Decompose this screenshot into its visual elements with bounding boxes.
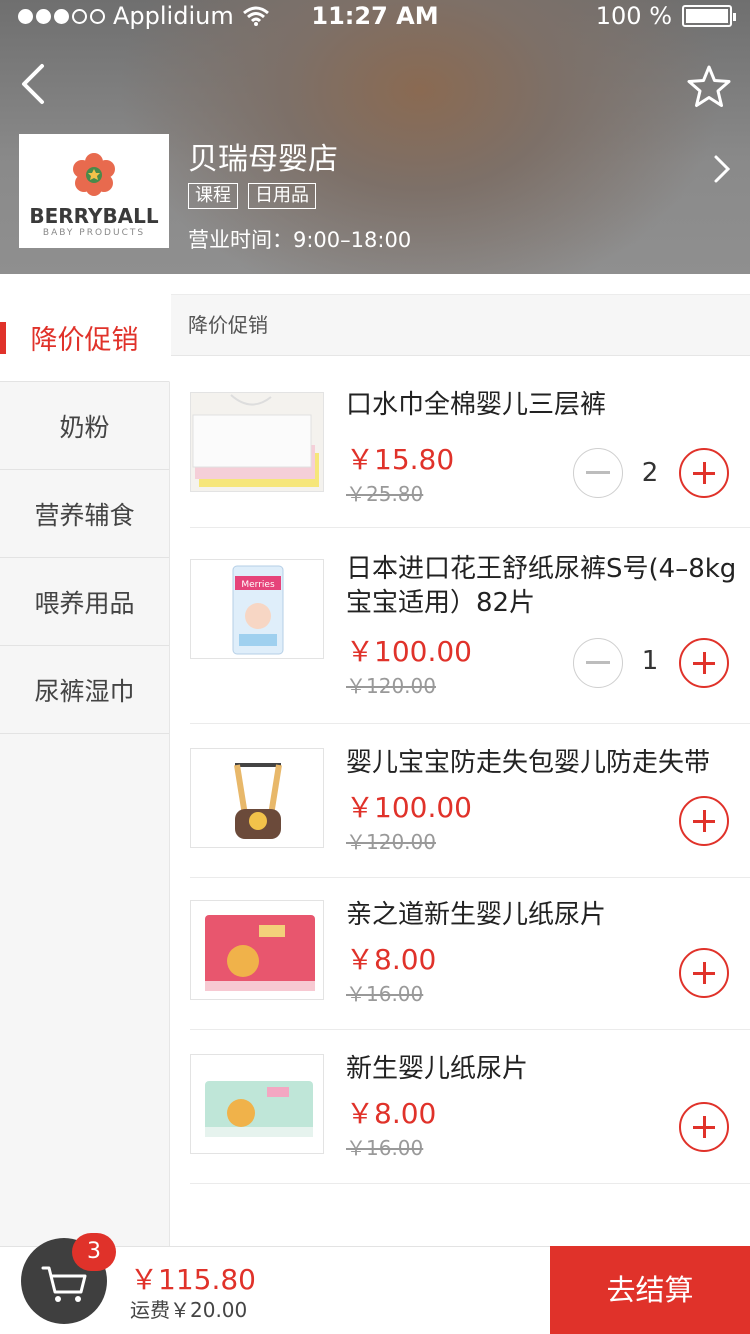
product-image[interactable] (190, 900, 324, 1000)
product-original-price: ￥16.00 (346, 1136, 424, 1160)
store-logo: BERRYBALL BABY PRODUCTS (19, 134, 169, 248)
battery-icon (682, 5, 736, 27)
battery-label: 100 % (595, 2, 672, 30)
section-title: 降价促销 (171, 294, 750, 356)
product-image[interactable] (190, 392, 324, 492)
plus-button[interactable] (679, 448, 729, 498)
category-sidebar: 降价促销 奶粉 营养辅食 喂养用品 尿裤湿巾 (0, 294, 170, 1246)
plus-button[interactable] (679, 948, 729, 998)
product-name[interactable]: 亲之道新生婴儿纸尿片 (346, 898, 746, 932)
product-price: ￥100.00 (346, 635, 472, 668)
product-name[interactable]: 日本进口花王舒纸尿裤S号(4–8kg宝宝适用）82片 (346, 552, 746, 620)
product-image[interactable]: Merries (190, 559, 324, 659)
product-original-price: ￥120.00 (346, 830, 436, 854)
logo-name: BERRYBALL (29, 204, 159, 228)
towel-image (191, 393, 323, 491)
plus-button[interactable] (679, 796, 729, 846)
quantity-value: 1 (641, 646, 659, 676)
sidebar-item-formula[interactable]: 奶粉 (0, 382, 169, 470)
product-image[interactable] (190, 748, 324, 848)
plus-button[interactable] (679, 1102, 729, 1152)
store-hours: 营业时间：9:00–18:00 (188, 228, 412, 252)
quantity-value: 2 (641, 458, 659, 488)
product-price: ￥100.00 (346, 791, 472, 824)
shipping-fee: 运费￥20.00 (130, 1298, 248, 1322)
store-name[interactable]: 贝瑞母婴店 (188, 134, 338, 178)
store-tag: 课程 (188, 183, 238, 209)
product-original-price: ￥120.00 (346, 674, 436, 698)
product-list: 降价促销 口水巾全棉婴儿三层裤 ￥15.80 ￥25.80 2 Merries (171, 294, 750, 1246)
sidebar-item-baby-food[interactable]: 营养辅食 (0, 470, 169, 558)
product-price: ￥8.00 (346, 943, 437, 976)
store-tag: 日用品 (248, 183, 316, 209)
diaper-pads-green-image (191, 1055, 323, 1153)
star-icon[interactable] (686, 64, 732, 110)
status-bar: Applidium 11:27 AM 100 % (0, 0, 750, 34)
product-item[interactable]: 新生婴儿纸尿片 ￥8.00 ￥16.00 (190, 1030, 750, 1184)
diaper-pads-pink-image (191, 901, 323, 999)
product-original-price: ￥16.00 (346, 982, 424, 1006)
product-name[interactable]: 新生婴儿纸尿片 (346, 1052, 746, 1086)
product-original-price: ￥25.80 (346, 482, 424, 506)
back-arrow-icon[interactable] (14, 60, 54, 108)
harness-image (191, 749, 323, 847)
product-item[interactable]: 口水巾全棉婴儿三层裤 ￥15.80 ￥25.80 2 (190, 366, 750, 528)
product-image[interactable] (190, 1054, 324, 1154)
diaper-pack-image: Merries (191, 560, 323, 658)
logo-subtext: BABY PRODUCTS (42, 228, 146, 238)
product-name[interactable]: 婴儿宝宝防走失包婴儿防走失带 (346, 746, 746, 780)
cart-total: ￥115.80 (130, 1263, 256, 1296)
checkout-button[interactable]: 去结算 (550, 1246, 750, 1334)
store-header: Applidium 11:27 AM 100 % BERRYBALL BABY … (0, 0, 750, 274)
chevron-right-icon[interactable] (708, 152, 736, 186)
product-item[interactable]: 婴儿宝宝防走失包婴儿防走失带 ￥100.00 ￥120.00 (190, 724, 750, 878)
product-item[interactable]: 亲之道新生婴儿纸尿片 ￥8.00 ￥16.00 (190, 878, 750, 1030)
flower-logo-icon (73, 153, 115, 196)
status-right: 100 % (595, 2, 736, 30)
product-price: ￥15.80 (346, 443, 455, 476)
svg-text:Merries: Merries (241, 580, 275, 590)
product-price: ￥8.00 (346, 1097, 437, 1130)
store-tags: 课程 日用品 (188, 183, 316, 209)
minus-button[interactable] (573, 638, 623, 688)
product-item[interactable]: Merries 日本进口花王舒纸尿裤S号(4–8kg宝宝适用）82片 ￥100.… (190, 528, 750, 724)
product-name[interactable]: 口水巾全棉婴儿三层裤 (346, 388, 746, 422)
cart-count-badge: 3 (72, 1233, 116, 1271)
plus-button[interactable] (679, 638, 729, 688)
minus-button[interactable] (573, 448, 623, 498)
sidebar-item-promotions[interactable]: 降价促销 (0, 294, 170, 382)
sidebar-item-diapers[interactable]: 尿裤湿巾 (0, 646, 169, 734)
sidebar-item-feeding[interactable]: 喂养用品 (0, 558, 169, 646)
